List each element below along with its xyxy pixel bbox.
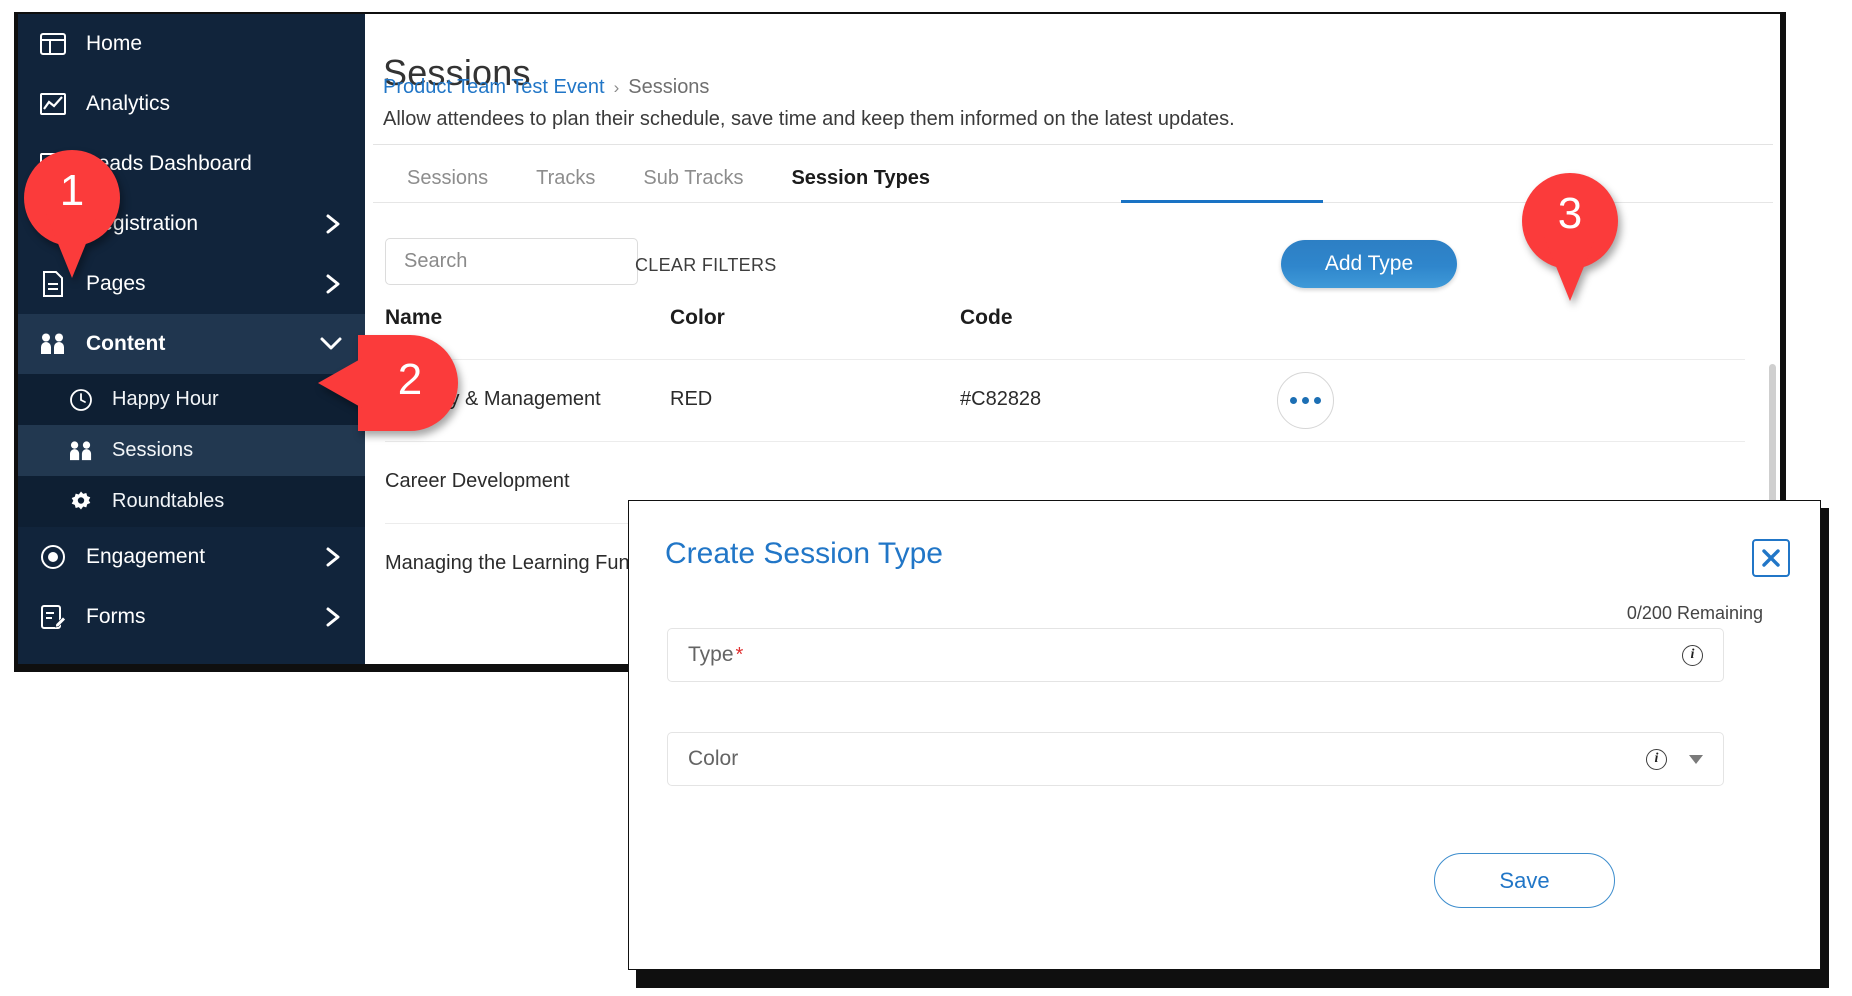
breadcrumb: Product Team Test Event › Sessions [383,76,709,99]
sidebar-item-label: Leads Dashboard [86,152,252,175]
char-counter: 0/200 Remaining [1626,603,1763,623]
tab-bar-divider [373,202,1773,203]
color-field-label: Color [688,747,739,770]
chevron-down-icon[interactable] [1689,754,1703,764]
search-field[interactable] [385,238,638,285]
cell-code: #C82828 [960,388,1042,410]
tab-sessions[interactable]: Sessions [383,154,512,202]
sidebar-item-label: Engagement [86,545,206,568]
column-header-color: Color [670,306,725,329]
info-icon[interactable]: i [1682,644,1703,666]
table-row[interactable]: Strategy & Management RED #C82828 [365,360,1780,441]
sidebar-item-leads-dashboard[interactable]: Leads Dashboard [18,134,365,194]
required-marker: * [735,643,744,666]
chevron-down-icon [319,335,343,353]
sidebar-item-label: Home [86,32,143,55]
sidebar-subitem-label: Happy Hour [112,388,219,410]
tab-tracks[interactable]: Tracks [512,154,619,202]
cell-name: Strategy & Management [385,388,601,410]
dot [1290,397,1297,404]
sidebar-subitem-label: Sessions [112,439,194,461]
sidebar-item-analytics[interactable]: Analytics [18,74,365,134]
tab-sub-tracks[interactable]: Sub Tracks [619,154,767,202]
type-field[interactable]: Type * i [667,628,1724,682]
sidebar-item-happy-hour[interactable]: Happy Hour [18,374,365,425]
sidebar-item-label: Registration [86,212,199,235]
type-field-label: Type [688,643,734,666]
cell-name: Career Development [385,470,570,492]
people-icon [66,438,96,464]
info-icon[interactable]: i [1646,748,1667,770]
sidebar-item-home[interactable]: Home [18,14,365,74]
sidebar: Home Analytics Leads Dashboard Registrat… [18,14,365,664]
people-group-icon [36,209,70,239]
sidebar-item-engagement[interactable]: Engagement [18,527,365,587]
sidebar-item-label: Analytics [86,92,171,115]
sidebar-item-roundtables[interactable]: Roundtables [18,476,365,527]
sidebar-item-label: Content [86,332,166,355]
breadcrumb-separator-icon: › [613,77,620,97]
clear-filters-button[interactable]: CLEAR FILTERS [635,255,777,276]
search-input[interactable] [402,249,621,274]
clock-icon [66,387,96,413]
chevron-right-icon [323,546,343,568]
chevron-right-icon [323,273,343,295]
breadcrumb-current: Sessions [628,76,710,98]
close-x-glyph [1762,549,1780,567]
table-header: Name Color Code [365,306,1780,356]
people-icon [36,329,70,359]
document-icon [36,269,70,299]
chevron-right-icon [323,606,343,628]
color-field[interactable]: Color i [667,732,1724,786]
screenshot-root: Home Analytics Leads Dashboard Registrat… [0,0,1852,996]
chart-line-icon [36,89,70,119]
row-actions-menu-icon[interactable] [1277,372,1334,429]
home-dashboard-icon [36,29,70,59]
cell-color: RED [670,388,713,410]
tab-active-indicator [1121,200,1323,203]
sidebar-subitem-label: Roundtables [112,490,225,512]
gear-icon [66,489,96,515]
dialog-title: Create Session Type [665,537,943,570]
breadcrumb-link-event[interactable]: Product Team Test Event [383,76,605,99]
column-header-code: Code [960,306,1013,329]
sidebar-item-pages[interactable]: Pages [18,254,365,314]
chart-line-icon [36,149,70,179]
sidebar-item-registration[interactable]: Registration [18,194,365,254]
close-icon[interactable] [1752,539,1790,577]
dot [1302,397,1309,404]
tab-session-types[interactable]: Session Types [767,154,954,202]
form-edit-icon [36,602,70,632]
sidebar-item-forms[interactable]: Forms [18,587,365,647]
target-circle-icon [36,542,70,572]
save-button[interactable]: Save [1434,853,1615,908]
sidebar-item-label: Pages [86,272,146,295]
tab-bar: Sessions Tracks Sub Tracks Session Types [383,154,954,202]
header-divider [373,144,1773,145]
column-header-name: Name [385,306,443,329]
create-session-type-dialog: Create Session Type 0/200 Remaining Type… [628,500,1821,970]
chevron-right-icon [323,213,343,235]
dot [1314,397,1321,404]
page-description: Allow attendees to plan their schedule, … [383,108,1235,130]
sidebar-item-sessions[interactable]: Sessions [18,425,365,476]
add-type-button[interactable]: Add Type [1281,240,1457,288]
sidebar-item-content[interactable]: Content [18,314,365,374]
sidebar-item-label: Forms [86,605,146,628]
